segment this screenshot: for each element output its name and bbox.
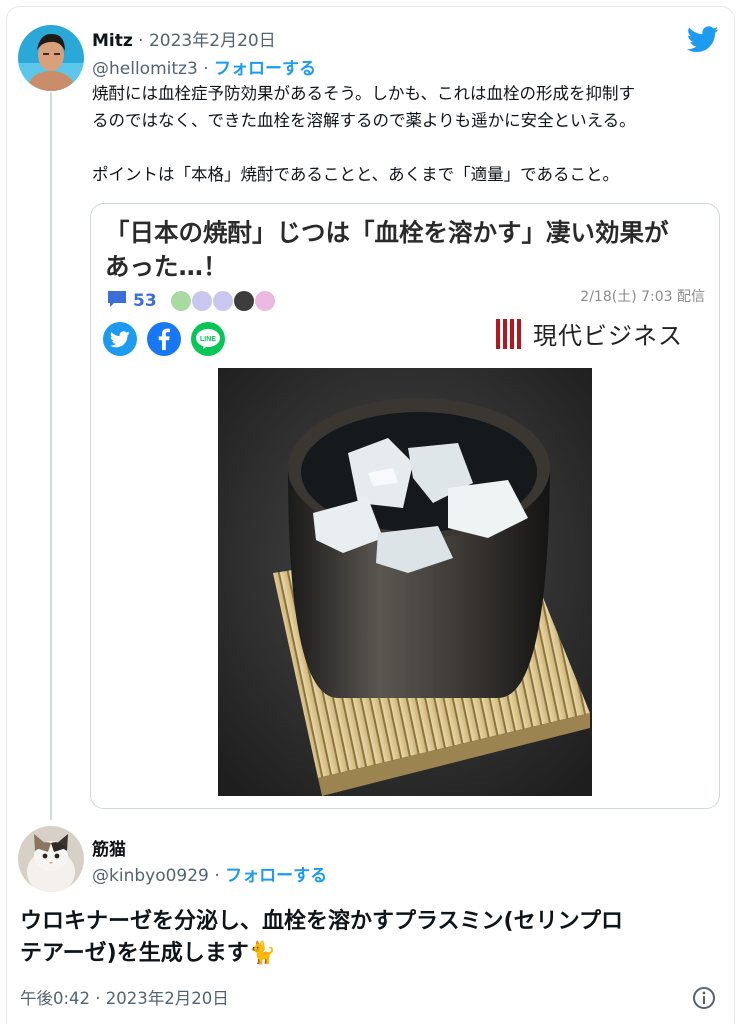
reply-timestamp[interactable]: 午後0:42 · 2023年2月20日 bbox=[20, 985, 229, 1009]
twitter-bird-icon[interactable] bbox=[686, 26, 719, 57]
article-title-line: 「日本の焼酎」じつは「血栓を溶かす」凄い効果が bbox=[105, 218, 669, 247]
follow-button[interactable]: フォローする bbox=[214, 59, 316, 79]
tweet-text-blank-line bbox=[92, 134, 722, 161]
thread-connector-line bbox=[50, 92, 52, 820]
author-handle-row: @hellomitz3 · フォローする bbox=[92, 54, 316, 79]
publisher-logo-mark bbox=[496, 318, 521, 349]
reply-text-line: ウロキナーゼを分泌し、血栓を溶かすプラスミン(セリンプロ bbox=[20, 909, 623, 934]
twitter-share-icon bbox=[103, 322, 137, 356]
separator: · bbox=[203, 59, 209, 79]
reply-text: ウロキナーゼを分泌し、血栓を溶かすプラスミン(セリンプロ テアーゼ)を生成します… bbox=[20, 906, 720, 970]
reply-text-line: テアーゼ)を生成します🐈 bbox=[20, 941, 277, 966]
reaction-icons bbox=[170, 291, 275, 311]
reaction-hat-icon bbox=[233, 291, 254, 311]
tweet-text-line: るのではなく、できた血栓を溶解するので薬よりも遥かに安全といえる。 bbox=[92, 111, 636, 130]
share-row: LINE bbox=[103, 322, 225, 356]
line-share-icon: LINE bbox=[191, 322, 225, 356]
svg-text:LINE: LINE bbox=[200, 336, 216, 343]
reply-author-handle[interactable]: @kinbyo0929 bbox=[92, 866, 209, 886]
facebook-share-icon bbox=[147, 322, 181, 356]
reaction-face-icon bbox=[212, 291, 233, 311]
tweet-text-line: ポイントは「本格」焼酎であることと、あくまで「適量」であること。 bbox=[92, 165, 620, 184]
reply-author-name[interactable]: 筋猫 bbox=[92, 835, 126, 860]
publisher-name: 現代ビジネス bbox=[533, 322, 683, 350]
article-photo bbox=[218, 368, 592, 796]
reply-author-avatar[interactable] bbox=[18, 826, 84, 892]
comment-count: 53 bbox=[133, 291, 157, 311]
info-icon[interactable] bbox=[692, 986, 716, 1014]
embedded-article-image[interactable]: 「日本の焼酎」じつは「血栓を溶かす」凄い効果が あった…！ 53 2/18(土)… bbox=[90, 203, 720, 809]
reaction-smile-icon bbox=[170, 291, 191, 311]
tweet-text-line: 焼酎には血栓症予防効果があるそう。しかも、これは血栓の形成を抑制す bbox=[92, 84, 636, 103]
reply-author-handle-row: @kinbyo0929 · フォローする bbox=[92, 861, 327, 886]
reply-follow-button[interactable]: フォローする bbox=[225, 866, 327, 886]
article-delivery-time: 2/18(土) 7:03 配信 bbox=[580, 289, 705, 305]
reaction-face-icon bbox=[191, 291, 212, 311]
separator: · bbox=[214, 866, 220, 886]
article-title-line: あった…！ bbox=[105, 252, 228, 281]
article-meta-row: 53 bbox=[107, 290, 275, 312]
author-name[interactable]: Mitz bbox=[92, 31, 133, 51]
author-name-row: Mitz · 2023年2月20日 bbox=[92, 26, 276, 51]
comment-icon bbox=[107, 290, 127, 312]
tweet-date[interactable]: 2023年2月20日 bbox=[149, 31, 276, 51]
tweet-text: 焼酎には血栓症予防効果があるそう。しかも、これは血栓の形成を抑制す るのではなく… bbox=[92, 80, 722, 188]
separator: · bbox=[138, 31, 144, 51]
publisher-logo: 現代ビジネス bbox=[496, 316, 683, 351]
author-handle[interactable]: @hellomitz3 bbox=[92, 59, 198, 79]
reaction-face-icon bbox=[254, 291, 275, 311]
author-avatar[interactable] bbox=[18, 25, 84, 91]
article-title: 「日本の焼酎」じつは「血栓を溶かす」凄い効果が あった…！ bbox=[105, 216, 705, 284]
